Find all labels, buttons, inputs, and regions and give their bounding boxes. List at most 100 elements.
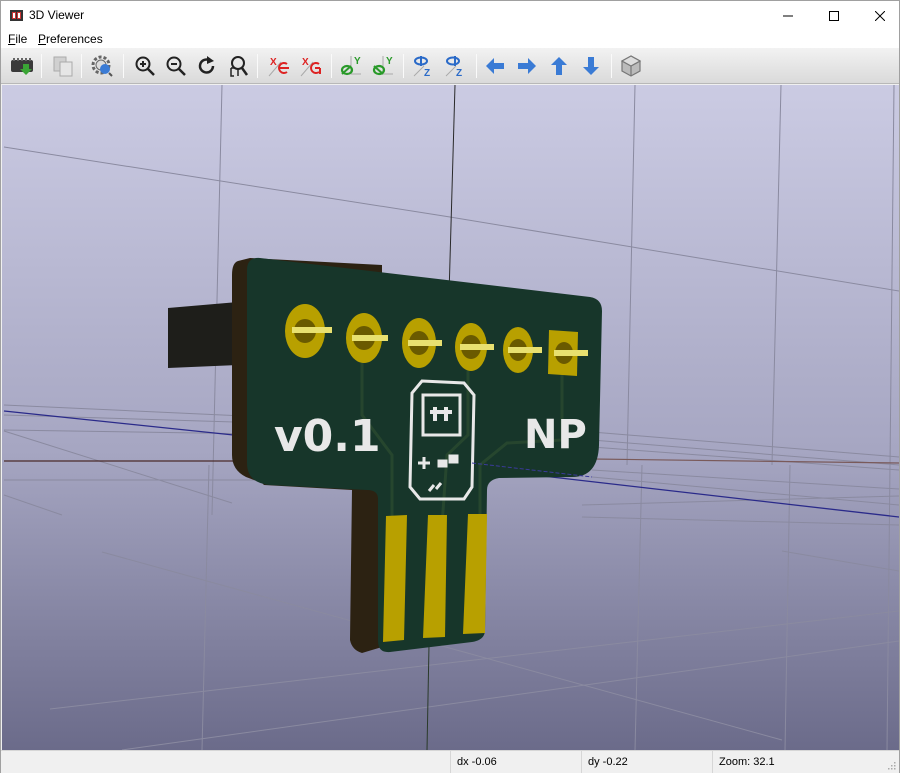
pin (292, 327, 332, 333)
connector-housing (168, 302, 238, 368)
menu-file-label: ile (15, 32, 28, 46)
grid-line (591, 469, 899, 490)
svg-text:Y: Y (386, 56, 393, 67)
grid-line (591, 446, 899, 471)
rotate-y-cw-icon: Y (340, 56, 361, 76)
toolbar: X X Y Y Z Z (1, 48, 899, 84)
svg-text:X: X (302, 57, 309, 68)
3d-canvas[interactable]: v0.1 NP (2, 85, 899, 750)
viewer-window: 3D Viewer File Preferences X X Y Y Z Z v… (0, 0, 900, 773)
rotate-y-cw-button[interactable]: Y (337, 52, 365, 80)
arrow-right-icon (518, 58, 536, 74)
grid-line (211, 85, 223, 516)
zoom-fit-button[interactable] (224, 52, 252, 80)
arrow-up-icon (551, 57, 567, 75)
grid-line (889, 85, 895, 466)
toolbar-separator (41, 54, 42, 78)
pin (460, 344, 494, 350)
logo-button (437, 459, 448, 468)
copy-image-button[interactable] (49, 52, 77, 80)
zoom-out-button[interactable] (162, 52, 190, 80)
rotate-x-ccw-button[interactable]: X (297, 52, 325, 80)
toolbar-separator (476, 54, 477, 78)
rotate-z-cw-icon: Z (413, 56, 430, 78)
grid-line (591, 431, 899, 458)
minimize-button[interactable] (765, 1, 811, 30)
grid-line (784, 464, 791, 750)
status-dy: dy -0.22 (581, 751, 712, 773)
window-title: 3D Viewer (29, 8, 85, 22)
rotate-y-ccw-button[interactable]: Y (369, 52, 397, 80)
title-bar: 3D Viewer (1, 1, 899, 30)
menu-file[interactable]: File (8, 32, 27, 46)
status-bar: dx -0.06 dy -0.22 Zoom: 32.1 (1, 750, 899, 773)
grid-line (626, 85, 636, 466)
resize-grip-icon[interactable] (886, 760, 896, 770)
menu-bar: File Preferences (1, 30, 899, 48)
toolbar-separator (123, 54, 124, 78)
grid-line (771, 85, 782, 466)
move-down-button[interactable] (577, 52, 605, 80)
close-icon (875, 10, 885, 21)
grid-line (449, 216, 899, 292)
render-settings-icon (91, 55, 113, 77)
rotate-z-ccw-button[interactable]: Z (441, 52, 469, 80)
rotate-x-cw-icon: X (268, 57, 289, 77)
move-right-button[interactable] (513, 52, 541, 80)
pin (352, 335, 388, 341)
logo-button (448, 454, 459, 464)
edge-contacts (383, 514, 487, 642)
redraw-icon (198, 56, 215, 74)
svg-text:Y: Y (354, 56, 361, 67)
silkscreen-version: v0.1 (274, 411, 381, 462)
svg-text:Z: Z (456, 68, 462, 78)
grid-line (886, 464, 891, 750)
zoom-in-icon (135, 56, 155, 76)
grid-line (581, 516, 899, 526)
status-dx: dx -0.06 (450, 751, 581, 773)
rotate-z-cw-button[interactable]: Z (409, 52, 437, 80)
grid-line (3, 146, 451, 218)
menu-preferences-accel: P (38, 32, 47, 46)
toolbar-separator (611, 54, 612, 78)
toolbar-separator (403, 54, 404, 78)
grid-line (781, 550, 899, 572)
grid-line (3, 430, 233, 504)
redraw-button[interactable] (193, 52, 221, 80)
toggle-projection-button[interactable] (617, 52, 645, 80)
render-options-button[interactable] (88, 52, 116, 80)
zoom-in-button[interactable] (131, 52, 159, 80)
menu-preferences-label: references (46, 32, 103, 46)
status-zoom: Zoom: 32.1 (712, 751, 899, 773)
arrow-left-icon (486, 58, 504, 74)
axis-z-line (426, 644, 430, 750)
reload-board-button[interactable] (8, 52, 36, 80)
grid-line (634, 464, 643, 750)
grid-line (201, 464, 210, 750)
svg-text:X: X (270, 57, 277, 68)
grid-line (3, 494, 63, 516)
pin (508, 347, 542, 353)
silkscreen-initials: NP (524, 412, 587, 458)
minimize-icon (783, 15, 793, 16)
svg-text:Z: Z (424, 68, 430, 78)
grid-line (121, 640, 899, 750)
move-up-button[interactable] (545, 52, 573, 80)
edge-contact (383, 515, 407, 642)
rotate-z-ccw-icon: Z (445, 56, 462, 78)
toolbar-separator (331, 54, 332, 78)
maximize-button[interactable] (811, 1, 857, 30)
maximize-icon (829, 10, 839, 21)
toolbar-separator (257, 54, 258, 78)
rotate-y-ccw-icon: Y (372, 56, 393, 76)
rotate-x-ccw-icon: X (300, 57, 321, 77)
status-message (1, 751, 450, 773)
scene-svg: v0.1 NP (3, 85, 899, 750)
toolbar-separator (81, 54, 82, 78)
close-button[interactable] (857, 1, 900, 30)
move-left-button[interactable] (481, 52, 509, 80)
rotate-x-cw-button[interactable]: X (265, 52, 293, 80)
app-icon (10, 10, 23, 21)
menu-preferences[interactable]: Preferences (38, 32, 103, 46)
zoom-out-icon (166, 56, 186, 76)
